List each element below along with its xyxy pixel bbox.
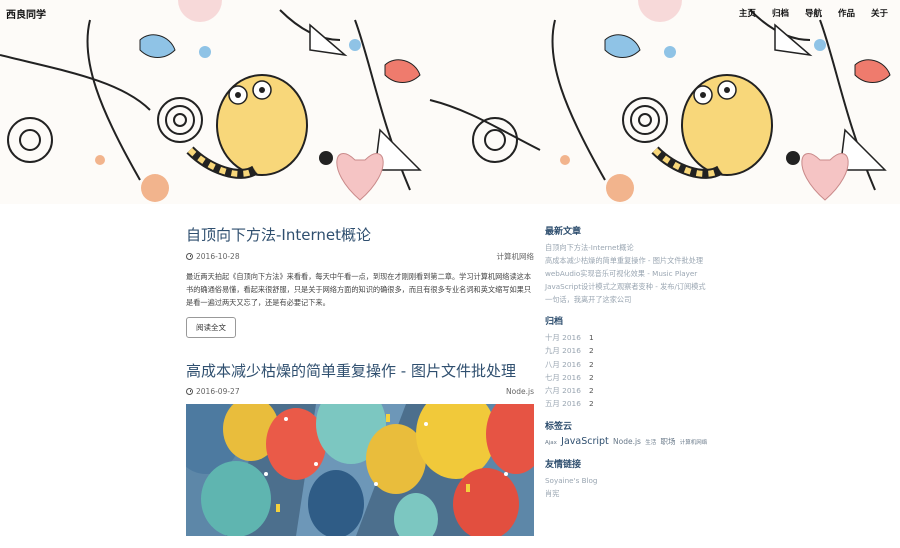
post-meta: 2016-09-27 Node.js: [186, 387, 534, 396]
sidebar: 最新文章 自顶向下方法-Internet概论 高成本减少枯燥的简单重复操作 - …: [545, 224, 735, 508]
nav-home[interactable]: 主页: [739, 7, 756, 19]
archive-month[interactable]: 八月 2016: [545, 358, 581, 371]
recent-posts: 最新文章 自顶向下方法-Internet概论 高成本减少枯燥的简单重复操作 - …: [545, 224, 735, 306]
friend-links: 友情链接 Soyaine's Blog 肖宪: [545, 457, 735, 500]
archive-month[interactable]: 五月 2016: [545, 397, 581, 410]
tag-list: Ajax JavaScript Node.js 生活 职场 计算机网络: [545, 436, 735, 449]
nav-works[interactable]: 作品: [838, 7, 855, 19]
archive-month[interactable]: 九月 2016: [545, 344, 581, 357]
main-nav: 主页 归档 导航 作品 关于: [739, 7, 888, 19]
archive-count: 2: [588, 346, 594, 356]
archive-count: 2: [588, 359, 594, 369]
archive-section: 归档 十月 2016 1 九月 2016 2 八月 2016 2 七月 2016 2 六…: [545, 314, 735, 411]
post-cover-image[interactable]: [186, 404, 534, 536]
tag-link[interactable]: JavaScript: [561, 436, 609, 447]
top-navbar: 西良同学 主页 归档 导航 作品 关于: [0, 0, 900, 24]
post-excerpt: 最近两天拍起《自顶向下方法》来看看，每天中午看一点，到现在才刚刚看到第二章。学习…: [186, 272, 532, 307]
archive-count: 2: [588, 386, 594, 396]
recent-post-link[interactable]: 自顶向下方法-Internet概论: [545, 241, 735, 254]
read-more-button[interactable]: 阅读全文: [186, 317, 236, 338]
recent-posts-title: 最新文章: [545, 227, 582, 237]
clock-icon: [186, 253, 193, 260]
post-item: 高成本减少枯燥的简单重复操作 - 图片文件批处理 2016-09-27 Node…: [186, 360, 534, 536]
site-brand[interactable]: 西良同学: [6, 6, 46, 21]
nav-archive[interactable]: 归档: [772, 7, 789, 19]
archive-item[interactable]: 八月 2016 2: [545, 358, 735, 371]
friend-links-title: 友情链接: [545, 459, 582, 470]
archive-title: 归档: [545, 317, 564, 327]
post-category[interactable]: Node.js: [506, 387, 534, 396]
recent-post-link[interactable]: 高成本减少枯燥的简单重复操作 - 图片文件批处理: [545, 254, 735, 267]
archive-item[interactable]: 五月 2016 2: [545, 397, 735, 410]
friend-link[interactable]: 肖宪: [545, 487, 735, 500]
tag-link[interactable]: 计算机网络: [680, 440, 708, 446]
tag-link[interactable]: 生活: [645, 440, 656, 446]
balloons-illustration: [186, 404, 534, 536]
clock-icon: [186, 388, 193, 395]
post-date: 2016-10-28: [196, 252, 240, 261]
nav-about[interactable]: 关于: [871, 7, 888, 19]
archive-count: 1: [588, 333, 594, 342]
post-title[interactable]: 高成本减少枯燥的简单重复操作 - 图片文件批处理: [186, 360, 534, 381]
post-item: 自顶向下方法-Internet概论 2016-10-28 计算机网络 最近两天拍…: [186, 224, 534, 348]
post-title[interactable]: 自顶向下方法-Internet概论: [186, 224, 534, 245]
tag-link[interactable]: 职场: [660, 437, 675, 446]
archive-count: 2: [588, 372, 594, 382]
post-category[interactable]: 计算机网络: [497, 251, 535, 262]
tag-cloud-title: 标签云: [545, 421, 573, 432]
archive-item[interactable]: 十月 2016 1: [545, 331, 735, 344]
archive-month[interactable]: 十月 2016: [545, 331, 581, 344]
nav-navigation[interactable]: 导航: [805, 7, 822, 19]
post-meta: 2016-10-28 计算机网络: [186, 251, 534, 262]
friend-link[interactable]: Soyaine's Blog: [545, 474, 735, 487]
archive-item[interactable]: 六月 2016 2: [545, 384, 735, 397]
archive-count: 2: [588, 399, 594, 409]
archive-month[interactable]: 七月 2016: [545, 371, 581, 384]
archive-item[interactable]: 九月 2016 2: [545, 344, 735, 357]
recent-post-link[interactable]: 一句话，我离开了这家公司: [545, 293, 735, 306]
tag-link[interactable]: Node.js: [613, 437, 641, 446]
tag-link[interactable]: Ajax: [545, 440, 557, 446]
recent-post-link[interactable]: JavaScript设计模式之观察者变种 - 发布/订阅模式: [545, 280, 735, 293]
archive-month[interactable]: 六月 2016: [545, 384, 581, 397]
post-date: 2016-09-27: [196, 387, 240, 396]
recent-post-link[interactable]: webAudio实现音乐可视化效果 - Music Player: [545, 267, 735, 280]
hero-illustration: [0, 0, 900, 204]
post-list: 自顶向下方法-Internet概论 2016-10-28 计算机网络 最近两天拍…: [186, 224, 534, 548]
archive-item[interactable]: 七月 2016 2: [545, 371, 735, 384]
tag-cloud: 标签云 Ajax JavaScript Node.js 生活 职场 计算机网络: [545, 419, 735, 449]
hero-banner: [0, 0, 900, 204]
